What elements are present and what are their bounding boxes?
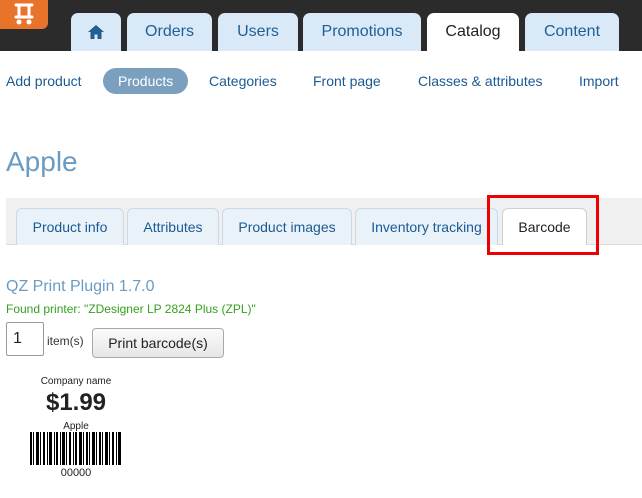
catalog-subnav: Add product Products Categories Front pa… <box>0 68 642 94</box>
tab-users[interactable]: Users <box>218 13 298 51</box>
label-price: $1.99 <box>45 389 107 416</box>
subnav-categories[interactable]: Categories <box>209 68 277 94</box>
tab-product-images[interactable]: Product images <box>222 208 352 245</box>
items-label: item(s) <box>47 334 84 348</box>
home-icon <box>88 25 104 39</box>
plugin-title: QZ Print Plugin 1.7.0 <box>6 278 155 295</box>
label-barcode-number: 00000 <box>60 467 92 479</box>
barcode-tab-highlight <box>487 195 599 255</box>
tab-attributes[interactable]: Attributes <box>127 208 219 245</box>
subnav-add-product[interactable]: Add product <box>6 68 82 94</box>
subnav-import[interactable]: Import <box>579 68 619 94</box>
print-barcode-button[interactable]: Print barcode(s) <box>92 328 224 358</box>
tab-promotions[interactable]: Promotions <box>303 13 421 51</box>
subnav-front-page[interactable]: Front page <box>313 68 381 94</box>
page-title: Apple <box>6 146 78 177</box>
top-bar: Orders Users Promotions Catalog Content <box>0 0 642 51</box>
tab-orders[interactable]: Orders <box>127 13 212 51</box>
label-company-name: Company name <box>40 376 112 387</box>
tab-product-info[interactable]: Product info <box>16 208 124 245</box>
tab-home[interactable] <box>71 13 121 51</box>
quantity-input[interactable] <box>6 322 44 356</box>
subnav-products[interactable]: Products <box>103 68 189 94</box>
label-product-name: Apple <box>63 421 89 432</box>
subnav-classes-attributes[interactable]: Classes & attributes <box>418 68 543 94</box>
store-logo-icon[interactable] <box>0 0 48 29</box>
tab-content[interactable]: Content <box>525 13 619 51</box>
tab-catalog[interactable]: Catalog <box>427 13 519 51</box>
barcode-image <box>30 432 121 465</box>
found-printer-status: Found printer: "ZDesigner LP 2824 Plus (… <box>6 302 256 316</box>
tab-inventory-tracking[interactable]: Inventory tracking <box>355 208 498 245</box>
